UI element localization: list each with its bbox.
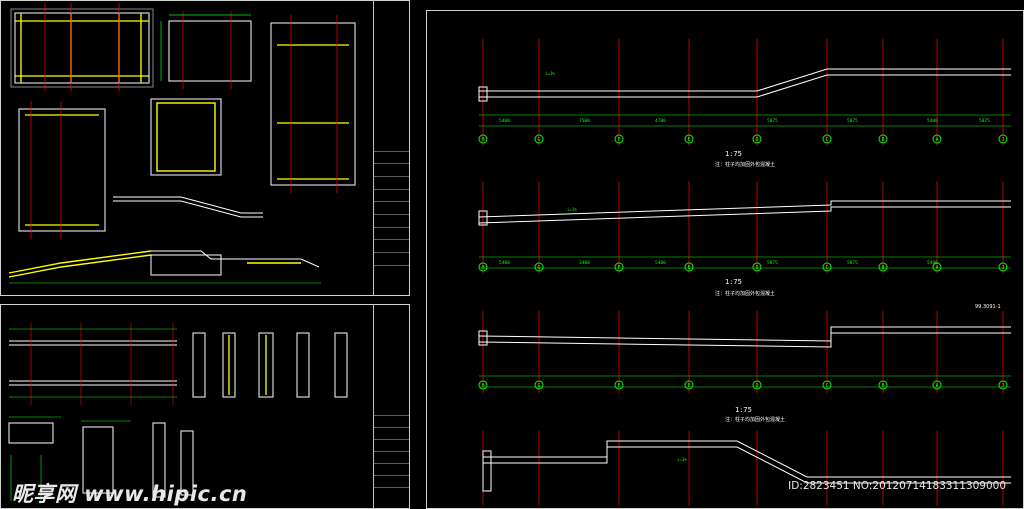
dim-6: 5400 — [927, 118, 938, 124]
dim-12: 5875 — [847, 260, 858, 266]
axis-bubble-label: J — [1002, 265, 1005, 271]
dim-9: 3400 — [579, 260, 590, 266]
dim-11: 5875 — [767, 260, 778, 266]
axis-bubble-label: B — [882, 383, 885, 389]
axis-bubble-label: J — [1002, 137, 1005, 143]
dim-7: 5875 — [979, 118, 990, 124]
axis-bubble-label: G — [538, 265, 541, 271]
watermark-text: 昵享网 www.hipic.cn — [12, 482, 248, 506]
axis-bubble-label: B — [882, 137, 885, 143]
axis-bubble-label: F — [618, 383, 621, 389]
axis-bubble-label: G — [538, 383, 541, 389]
dim-1: 5400 — [499, 118, 510, 124]
scale-label-3: 1:75 — [735, 406, 752, 414]
scale-label-1: 1:75 — [725, 150, 742, 158]
elevation-drawing: 1:75 1:75 1:75 注：柱子均加固外包混凝土 注：柱子均加固外包混凝土… — [478, 39, 1011, 506]
dim-8: 5400 — [499, 260, 510, 266]
dim-4: 5875 — [767, 118, 778, 124]
slope-tag-2: i=1% — [567, 207, 577, 212]
dim-10: 5400 — [655, 260, 666, 266]
axis-bubble-label: H — [482, 137, 485, 143]
axis-bubble-label: J — [1002, 383, 1005, 389]
axis-bubble-label: E — [688, 265, 691, 271]
axis-bubble-label: A — [936, 265, 939, 271]
axis-bubble-label: B — [882, 265, 885, 271]
axis-bubble-label: F — [618, 265, 621, 271]
slope-tag-3: i=3% — [677, 457, 687, 462]
axis-bubble-label: D — [756, 137, 759, 143]
note-1: 注：柱子均加固外包混凝土 — [715, 161, 775, 168]
axis-bubble-label: F — [618, 137, 621, 143]
image-id-text: ID:2823451 NO:20120714183311309000 — [788, 480, 1006, 492]
sheet-right: 1:75 1:75 1:75 注：柱子均加固外包混凝土 注：柱子均加固外包混凝土… — [426, 10, 1024, 509]
axis-bubble-label: D — [756, 265, 759, 271]
axis-bubble-label: C — [826, 137, 829, 143]
axis-bubble-label: D — [756, 383, 759, 389]
scale-label-2: 1:75 — [725, 278, 742, 286]
dim-3: 4700 — [655, 118, 666, 124]
dim-5: 5875 — [847, 118, 858, 124]
slope-tag-1: i=1% — [545, 71, 555, 76]
axis-bubble-label: H — [482, 265, 485, 271]
axis-bubble-label: G — [538, 137, 541, 143]
axis-bubble-label: A — [936, 137, 939, 143]
section-tag: 99.3091-1 — [975, 304, 1001, 310]
axis-bubble-label: A — [936, 383, 939, 389]
axis-bubble-label: E — [688, 383, 691, 389]
dim-2: 7500 — [579, 118, 590, 124]
axis-bubble-label: H — [482, 383, 485, 389]
sheet-top-left — [0, 0, 410, 296]
note-2: 注：柱子均加固外包混凝土 — [715, 290, 775, 297]
axis-bubble-label: E — [688, 137, 691, 143]
note-3: 注：柱子均加固外包混凝土 — [725, 416, 785, 423]
axis-bubble-label: C — [826, 383, 829, 389]
axis-bubble-label: C — [826, 265, 829, 271]
plans-drawing — [8, 3, 356, 284]
